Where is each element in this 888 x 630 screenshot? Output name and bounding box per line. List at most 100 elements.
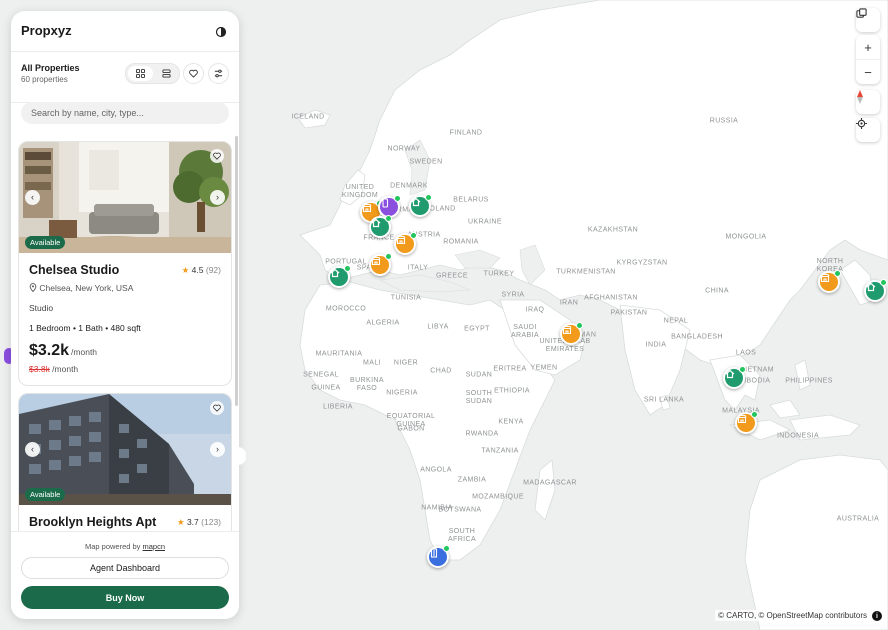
country-label-finland: FINLAND xyxy=(449,129,483,137)
country-label-guinea: GUINEA xyxy=(311,384,341,392)
property-marker[interactable] xyxy=(723,366,746,389)
country-label-tunisia: TUNISIA xyxy=(390,294,422,302)
grid-view-button[interactable] xyxy=(128,66,153,81)
zoom-controls: + − xyxy=(856,35,880,84)
home-icon xyxy=(330,268,340,278)
store-icon xyxy=(737,414,747,424)
country-label-algeria: ALGERIA xyxy=(366,319,400,327)
heart-icon xyxy=(189,69,198,78)
building-icon xyxy=(430,548,438,558)
country-label-nigeria: NIGERIA xyxy=(386,389,418,397)
store-icon xyxy=(820,273,830,283)
search-input[interactable] xyxy=(21,102,229,124)
list-toolbar: All Properties 60 properties xyxy=(11,52,239,103)
country-label-ethiopia: ETHIOPIA xyxy=(494,387,530,395)
country-label-norway: NORWAY xyxy=(387,145,421,153)
zoom-out-button[interactable]: − xyxy=(856,59,880,84)
property-name: Brooklyn Heights Apt xyxy=(29,515,157,529)
filter-button[interactable] xyxy=(208,63,229,84)
powered-text: Map powered by xyxy=(84,542,141,551)
chevron-right-icon: › xyxy=(216,192,219,202)
next-photo-button[interactable]: › xyxy=(210,441,225,457)
favorites-button[interactable] xyxy=(183,63,204,84)
property-marker[interactable] xyxy=(369,215,392,238)
country-label-china: CHINA xyxy=(705,287,729,295)
zoom-in-button[interactable]: + xyxy=(856,35,880,59)
layers-control[interactable] xyxy=(856,8,880,32)
country-label-philippines: PHILIPPINES xyxy=(785,377,833,385)
property-panel: Propxyz All Properties 60 properties Sea… xyxy=(11,11,239,619)
powered-by: Map powered by mapcn xyxy=(11,542,239,551)
country-label-mauritania: MAURITANIA xyxy=(315,350,363,358)
price-value: $3.2k xyxy=(29,342,70,359)
country-label-sweden: SWEDEN xyxy=(409,158,443,166)
property-marker[interactable] xyxy=(735,411,758,434)
property-marker[interactable] xyxy=(864,279,887,302)
country-label-kyrgyzstan: KYRGYZSTAN xyxy=(616,259,668,267)
country-label-gabon: GABON xyxy=(397,425,425,433)
country-label-turkmenistan: TURKMENISTAN xyxy=(556,268,616,276)
country-label-greece: GREECE xyxy=(436,272,468,280)
property-marker[interactable] xyxy=(369,253,392,276)
country-label-india: INDIA xyxy=(645,341,667,349)
property-marker[interactable] xyxy=(409,194,432,217)
list-scrollbar[interactable] xyxy=(235,136,238,406)
star-icon: ★ xyxy=(181,265,190,275)
country-label-libya: LIBYA xyxy=(427,323,449,331)
chevron-left-icon: ‹ xyxy=(31,192,34,202)
mapcn-link[interactable]: mapcn xyxy=(143,542,166,551)
country-label-ukraine: UKRAINE xyxy=(468,218,502,226)
property-card[interactable]: ‹ › Available Brooklyn Heights Apt ★ 3.7… xyxy=(18,393,232,531)
prev-photo-button[interactable]: ‹ xyxy=(25,189,40,205)
brand-logo: Propxyz xyxy=(21,23,72,38)
country-label-sri-lanka: SRI LANKA xyxy=(643,396,685,404)
property-list[interactable]: ‹ › Available Chelsea Studio ★ 4.5 (92) … xyxy=(11,137,239,531)
country-label-liberia: LIBERIA xyxy=(323,403,353,411)
property-rating: ★ 3.7 (123) xyxy=(177,517,221,528)
country-label-zambia: ZAMBIA xyxy=(457,476,487,484)
save-favorite-button[interactable] xyxy=(210,401,224,415)
layers-icon[interactable] xyxy=(856,8,880,32)
country-label-mozambique: MOZAMBIQUE xyxy=(472,493,524,501)
country-label-morocco: MOROCCO xyxy=(325,305,367,313)
country-label-italy: ITALY xyxy=(407,264,429,272)
country-label-senegal: SENEGAL xyxy=(303,371,339,379)
property-marker[interactable] xyxy=(560,322,583,345)
list-view-button[interactable] xyxy=(155,64,180,83)
grid-icon xyxy=(135,69,145,78)
country-label-pakistan: PAKISTAN xyxy=(610,309,648,317)
original-price: $3.8k /month xyxy=(29,364,78,374)
property-marker[interactable] xyxy=(427,545,450,568)
next-photo-button[interactable]: › xyxy=(210,189,225,205)
property-type: Studio xyxy=(29,303,54,313)
property-marker[interactable] xyxy=(394,232,417,255)
old-price-value: $3.8k xyxy=(29,364,50,374)
home-icon xyxy=(371,218,381,228)
theme-toggle-icon[interactable] xyxy=(215,25,227,38)
property-location: Chelsea, New York, USA xyxy=(29,283,133,293)
locate-icon[interactable] xyxy=(856,118,880,142)
property-card[interactable]: ‹ › Available Chelsea Studio ★ 4.5 (92) … xyxy=(18,141,232,386)
info-icon[interactable]: i xyxy=(872,611,882,621)
property-rating: ★ 4.5 (92) xyxy=(182,265,221,276)
compass-control[interactable] xyxy=(856,90,880,114)
save-favorite-button[interactable] xyxy=(210,149,224,163)
property-marker[interactable] xyxy=(818,270,841,293)
list-icon xyxy=(162,69,171,78)
agent-dashboard-button[interactable]: Agent Dashboard xyxy=(21,557,229,579)
country-label-botswana: BOTSWANA xyxy=(438,506,482,514)
country-label-denmark: DENMARK xyxy=(390,182,428,190)
home-icon xyxy=(725,369,735,379)
buy-now-button[interactable]: Buy Now xyxy=(21,586,229,609)
review-count: (123) xyxy=(201,517,221,527)
locate-control[interactable] xyxy=(856,118,880,142)
heart-icon xyxy=(213,404,221,412)
country-label-afghanistan: AFGHANISTAN xyxy=(584,294,638,302)
review-count: (92) xyxy=(205,265,221,275)
home-icon xyxy=(411,197,421,207)
compass-icon[interactable] xyxy=(856,90,880,114)
home-icon xyxy=(866,282,876,292)
property-marker[interactable] xyxy=(328,265,351,288)
price-period: /month xyxy=(71,347,98,357)
prev-photo-button[interactable]: ‹ xyxy=(25,441,40,457)
